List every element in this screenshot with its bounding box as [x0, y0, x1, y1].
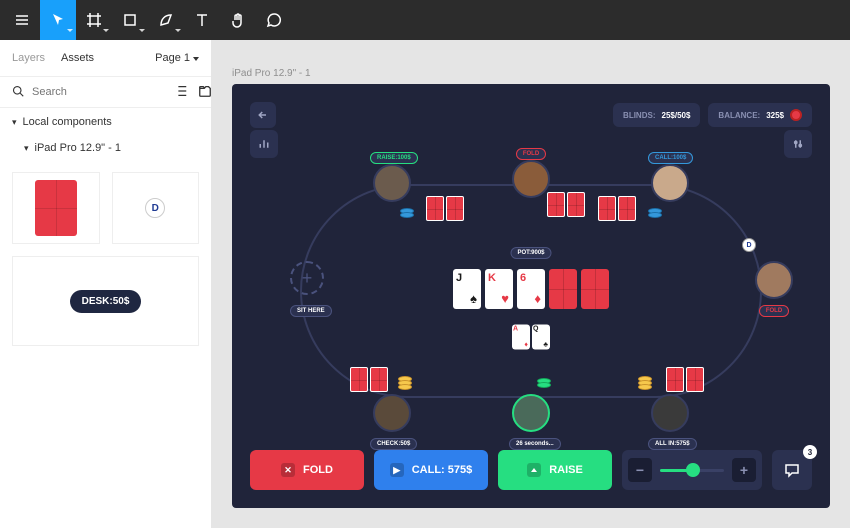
seat-bottom-mid[interactable]: 26 seconds... [509, 394, 553, 450]
canvas: iPad Pro 12.9" - 1 BLINDS:25$/50$ BALANC… [212, 40, 850, 528]
community-cards: J♠ K♥ 6♦ [453, 269, 609, 309]
asset-desk-pill[interactable]: DESK:50$ [12, 256, 199, 346]
poker-frame[interactable]: BLINDS:25$/50$ BALANCE:325$ POT:900$ J♠ … [232, 84, 830, 508]
frame-label[interactable]: iPad Pro 12.9" - 1 [232, 68, 311, 79]
dealer-chip: D [742, 238, 756, 252]
blinds-display: BLINDS:25$/50$ [613, 103, 700, 127]
chip-icon [790, 109, 802, 121]
chevron-up-icon [527, 463, 541, 477]
action-bar: ✕FOLD ▶CALL: 575$ RAISE − + 3 [250, 450, 812, 490]
library-icon[interactable] [198, 84, 212, 101]
frame-tree-item[interactable]: iPad Pro 12.9" - 1 [0, 136, 211, 160]
local-components-section[interactable]: Local components [0, 108, 211, 136]
slider-track[interactable] [660, 469, 724, 472]
search-icon [12, 85, 24, 100]
seat-top-mid[interactable]: FOLD [509, 142, 553, 198]
arrow-right-icon: ▶ [390, 463, 404, 477]
pen-tool[interactable] [148, 0, 184, 40]
chat-badge: 3 [803, 445, 817, 459]
back-button[interactable] [250, 102, 276, 128]
tab-assets[interactable]: Assets [61, 52, 94, 64]
slider-thumb[interactable] [686, 463, 700, 477]
text-tool[interactable] [184, 0, 220, 40]
seat-top-right[interactable]: CALL:100$ [648, 146, 692, 202]
close-icon: ✕ [281, 463, 295, 477]
raise-button[interactable]: RAISE [498, 450, 612, 490]
seat-right[interactable]: FOLD [752, 261, 796, 317]
sit-here-seat[interactable]: + SIT HERE [290, 261, 332, 317]
settings-button[interactable] [784, 130, 812, 158]
list-view-icon[interactable] [174, 84, 188, 101]
balance-display: BALANCE:325$ [708, 103, 812, 127]
asset-dealer-chip[interactable]: D [112, 172, 200, 244]
move-tool[interactable] [40, 0, 76, 40]
increase-bet[interactable]: + [732, 458, 756, 482]
seat-bottom-left[interactable]: CHECK:50$ [370, 394, 414, 450]
chevron-down-icon [193, 52, 199, 64]
asset-deck[interactable] [12, 172, 100, 244]
bet-slider[interactable]: − + [622, 450, 762, 490]
pot-label: POT:900$ [510, 247, 551, 259]
seat-bottom-right[interactable]: ALL IN:575$ [648, 394, 692, 450]
frame-tool[interactable] [76, 0, 112, 40]
fold-button[interactable]: ✕FOLD [250, 450, 364, 490]
sidebar: Layers Assets Page 1 Local components iP… [0, 40, 212, 528]
chat-button[interactable]: 3 [772, 450, 812, 490]
plus-icon: + [290, 261, 324, 295]
seat-top-left[interactable]: RAISE:100$ [370, 146, 414, 202]
menu-tool[interactable] [4, 0, 40, 40]
search-input[interactable] [32, 86, 174, 98]
hand-tool[interactable] [220, 0, 256, 40]
rectangle-tool[interactable] [112, 0, 148, 40]
decrease-bet[interactable]: − [628, 458, 652, 482]
stats-button[interactable] [250, 130, 278, 158]
tab-layers[interactable]: Layers [12, 52, 45, 64]
page-selector[interactable]: Page 1 [155, 52, 199, 64]
comment-tool[interactable] [256, 0, 292, 40]
call-button[interactable]: ▶CALL: 575$ [374, 450, 488, 490]
hole-cards: A♦ Q♣ [512, 325, 550, 350]
figma-toolbar [0, 0, 850, 40]
